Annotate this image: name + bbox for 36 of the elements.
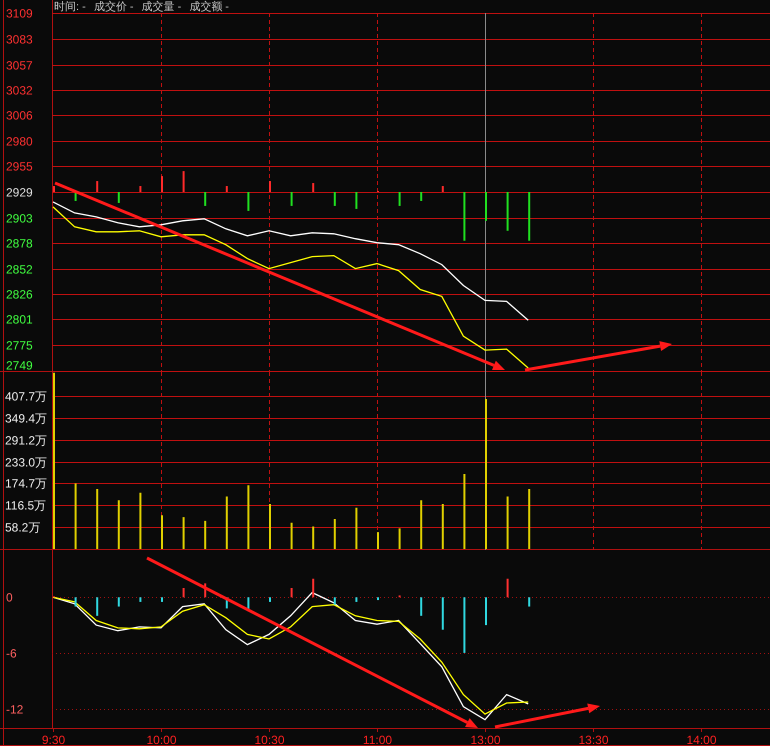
- axis-label: 3057: [6, 58, 33, 72]
- axis-label: 174.7万: [5, 476, 48, 490]
- time-label: 14:00: [686, 733, 717, 746]
- axis-label: -12: [6, 702, 24, 716]
- axis-label: 291.2万: [5, 434, 48, 448]
- time-label: 9:30: [42, 733, 66, 746]
- axis-label: -6: [6, 646, 17, 660]
- axis-label: 2903: [6, 212, 33, 226]
- axis-label: 116.5万: [5, 498, 46, 512]
- header-label: 成交额 -: [189, 1, 229, 13]
- time-label: 10:00: [146, 733, 177, 746]
- axis-label: 2826: [6, 288, 33, 302]
- header-label: 成交量 -: [142, 1, 182, 13]
- header-label: 成交价 -: [94, 1, 134, 13]
- axis-label: 2878: [6, 236, 33, 250]
- axis-label: 407.7万: [5, 390, 48, 404]
- time-label: 10:30: [254, 733, 285, 746]
- axis-label: 2980: [6, 134, 33, 148]
- axis-label: 2775: [6, 338, 33, 352]
- axis-label: 3006: [6, 108, 33, 122]
- axis-label: 3083: [6, 32, 33, 46]
- axis-label: 349.4万: [5, 412, 48, 426]
- time-label: 13:30: [578, 733, 609, 746]
- axis-label: 3032: [6, 84, 33, 98]
- axis-label: 233.0万: [5, 456, 48, 470]
- axis-label: 2749: [6, 358, 33, 372]
- time-label: 11:00: [362, 733, 392, 746]
- time-label: 13:00: [470, 733, 501, 746]
- axis-label: 2955: [6, 160, 33, 174]
- axis-label: 2801: [6, 312, 33, 326]
- axis-label: 2929: [6, 186, 33, 200]
- axis-label: 58.2万: [5, 520, 40, 534]
- axis-label: 0: [6, 590, 13, 604]
- axis-label: 3109: [6, 6, 33, 20]
- header-label: 时间: -: [54, 1, 86, 13]
- axis-label: 2852: [6, 262, 33, 276]
